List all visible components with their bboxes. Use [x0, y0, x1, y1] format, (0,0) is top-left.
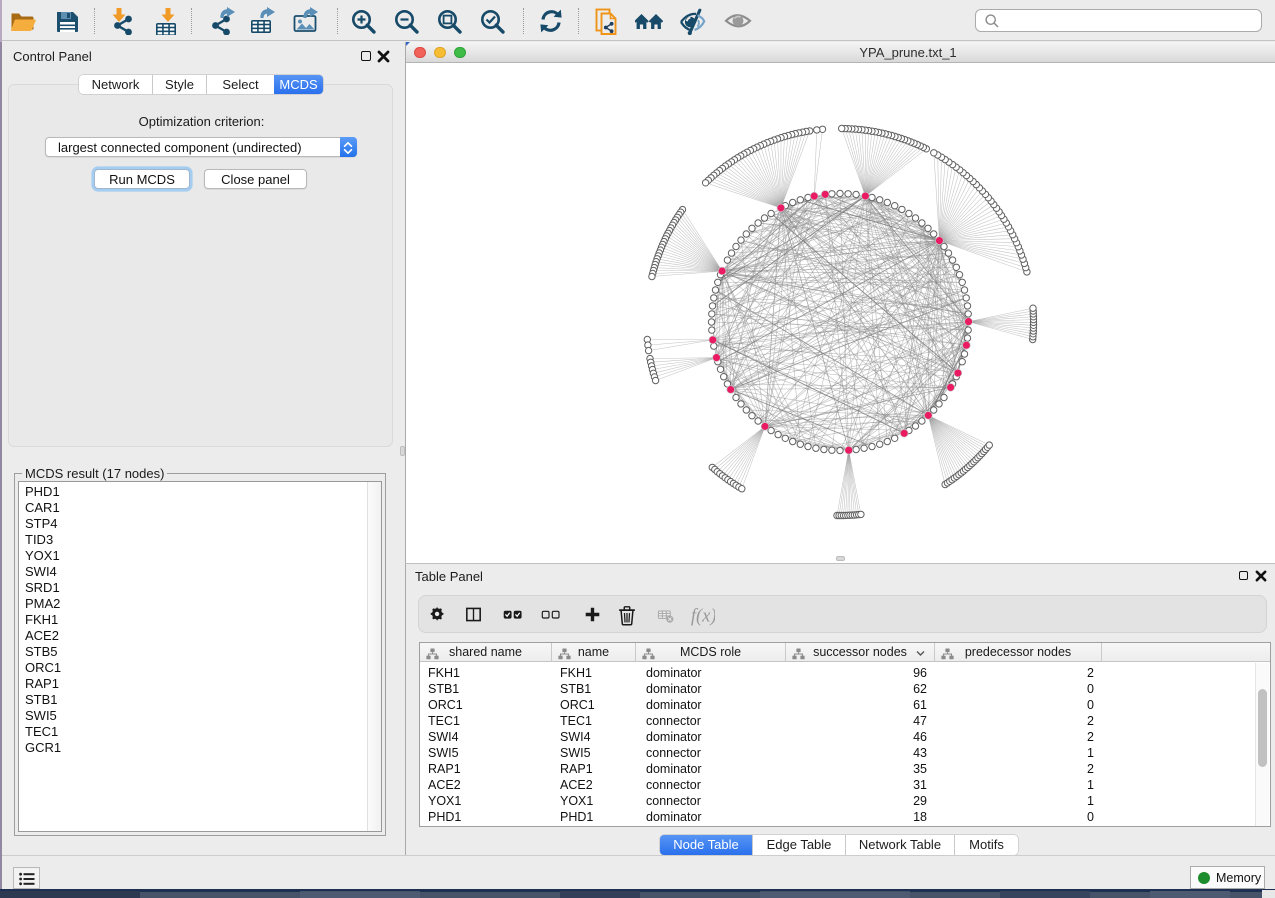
svg-text:f(x): f(x)	[691, 605, 715, 626]
